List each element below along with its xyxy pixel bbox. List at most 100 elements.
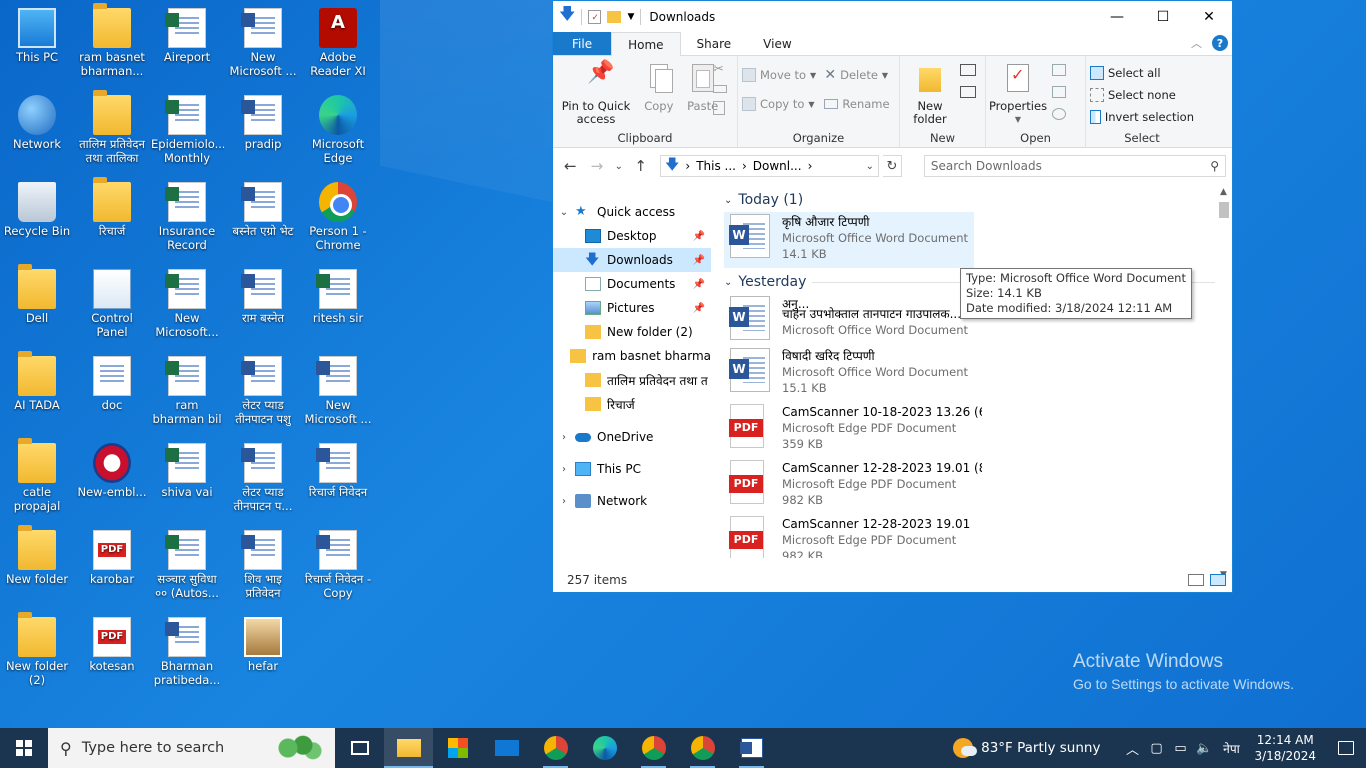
collapse-chevron-icon[interactable]: ⌄ xyxy=(553,207,575,218)
desktop-icon[interactable]: New folder (2) xyxy=(0,611,74,687)
large-icons-view-icon[interactable] xyxy=(1210,574,1226,586)
desktop-icon[interactable]: AI TADA xyxy=(0,350,74,412)
list-item[interactable]: CamScanner 12-28-2023 19.01 (8) Microsof… xyxy=(724,458,982,514)
desktop-icon[interactable]: New Microsoft ... xyxy=(226,2,300,78)
network-status-icon[interactable]: ▭ xyxy=(1168,741,1192,756)
details-view-icon[interactable] xyxy=(1188,574,1204,586)
desktop-icon[interactable]: New Microsoft ... xyxy=(301,350,375,426)
language-indicator[interactable]: नेपा xyxy=(1216,740,1246,757)
nav-network[interactable]: › Network xyxy=(553,489,711,513)
start-button[interactable] xyxy=(0,728,48,768)
tab-view[interactable]: View xyxy=(747,32,807,55)
delete-button[interactable]: ✕ Delete ▼ xyxy=(824,64,895,86)
chrome-b-taskbar-button[interactable] xyxy=(629,728,678,768)
meet-now-icon[interactable]: ▢ xyxy=(1144,741,1168,756)
invert-selection-button[interactable]: Invert selection xyxy=(1090,106,1194,128)
desktop-icon[interactable]: Epidemiolo... Monthly Re... xyxy=(150,89,224,167)
desktop-icon[interactable]: hefar xyxy=(226,611,300,673)
clock[interactable]: 12:14 AM 3/18/2024 xyxy=(1254,732,1316,764)
nav-item[interactable]: 🡇 Downloads 📌 xyxy=(553,248,711,272)
nav-quick-access[interactable]: ⌄ ★ Quick access xyxy=(553,200,711,224)
new-folder-button[interactable]: New folder xyxy=(908,60,952,126)
pin-icon[interactable]: 📌 xyxy=(693,231,705,242)
open-icon[interactable] xyxy=(1052,64,1066,76)
nav-item[interactable]: ram basnet bharma xyxy=(553,344,711,368)
list-item[interactable]: विषादी खरिद टिप्पणी Microsoft Office Wor… xyxy=(724,346,974,402)
expand-chevron-icon[interactable]: › xyxy=(553,496,575,507)
vertical-scrollbar[interactable]: ▲ ▼ xyxy=(1215,184,1232,584)
desktop-icon[interactable]: लेटर प्याड तीनपाटन पशु xyxy=(226,350,300,426)
desktop-icon[interactable]: बस्नेत एग्रो भेट xyxy=(226,176,300,238)
task-view-button[interactable] xyxy=(335,728,384,768)
minimize-button[interactable]: — xyxy=(1094,1,1140,32)
volume-icon[interactable]: 🔈 xyxy=(1192,741,1216,756)
desktop-icon[interactable]: तालिम प्रतिवेदन तथा तालिका xyxy=(75,89,149,165)
desktop-icon[interactable]: Bharman pratibeda... xyxy=(150,611,224,687)
forward-button[interactable]: → xyxy=(586,157,609,175)
list-item[interactable]: कृषि औजार टिप्पणी Microsoft Office Word … xyxy=(724,212,974,268)
desktop-icon[interactable]: New folder xyxy=(0,524,74,586)
desktop-icon[interactable]: doc xyxy=(75,350,149,412)
desktop-icon[interactable]: सञ्चार सुविधा ०० (Autos... xyxy=(150,524,224,600)
new-folder-qat-icon[interactable] xyxy=(607,10,622,23)
taskbar-search-input[interactable]: ⚲ Type here to search xyxy=(48,728,335,768)
breadcrumb-downloads[interactable]: Downl... xyxy=(753,159,802,173)
desktop-icon[interactable]: शिव भाइ प्रतिवेदन xyxy=(226,524,300,600)
pin-icon[interactable]: 📌 xyxy=(693,303,705,314)
breadcrumb-this-pc[interactable]: This ... xyxy=(696,159,736,173)
desktop-icon[interactable]: New-embl... xyxy=(75,437,149,499)
list-item[interactable]: CamScanner 10-18-2023 13.26 (6) Microsof… xyxy=(724,402,982,458)
store-taskbar-button[interactable] xyxy=(433,728,482,768)
cut-icon[interactable]: ✂ xyxy=(713,62,727,77)
desktop-icon[interactable]: kotesan xyxy=(75,611,149,673)
desktop-icon[interactable]: राम बस्नेत xyxy=(226,263,300,325)
copy-button[interactable]: Copy xyxy=(639,60,679,113)
select-all-button[interactable]: Select all xyxy=(1090,62,1194,84)
expand-chevron-icon[interactable]: › xyxy=(553,464,575,475)
copy-path-icon[interactable] xyxy=(713,85,727,93)
nav-item[interactable]: Documents 📌 xyxy=(553,272,711,296)
qat-dropdown-icon[interactable]: ▼ xyxy=(627,12,634,22)
nav-item[interactable]: Desktop 📌 xyxy=(553,224,711,248)
recent-locations-button[interactable]: ⌄ xyxy=(612,161,625,172)
new-item-icon[interactable] xyxy=(960,64,976,76)
nav-item[interactable]: New folder (2) xyxy=(553,320,711,344)
nav-item[interactable]: रिचार्ज xyxy=(553,392,711,416)
notification-center-button[interactable] xyxy=(1326,728,1366,768)
chrome-taskbar-button[interactable] xyxy=(678,728,727,768)
desktop-icon[interactable]: Person 1 - Chrome xyxy=(301,176,375,252)
properties-button[interactable]: ✓ Properties ▼ xyxy=(989,60,1047,126)
select-none-button[interactable]: Select none xyxy=(1090,84,1194,106)
tab-home[interactable]: Home xyxy=(611,32,681,56)
move-to-button[interactable]: Move to ▼ xyxy=(742,64,824,86)
list-item[interactable]: अनु... चाहन उपभोक्ताल तानपाटन गाउपालक...… xyxy=(724,294,974,346)
group-header-today[interactable]: ⌄ Today (1) xyxy=(724,188,1232,212)
desktop-icon[interactable]: shiva vai xyxy=(150,437,224,499)
copy-to-button[interactable]: Copy to ▼ xyxy=(742,93,824,115)
pin-quick-access-button[interactable]: 📌 Pin to Quick access xyxy=(557,60,635,126)
desktop-icon[interactable]: Network xyxy=(0,89,74,151)
desktop-icon[interactable]: ram bharman bil xyxy=(150,350,224,426)
address-dropdown-icon[interactable]: ⌄ xyxy=(866,161,874,172)
collapse-ribbon-icon[interactable]: ︿ xyxy=(1191,35,1202,51)
pin-icon[interactable]: 📌 xyxy=(693,279,705,290)
desktop-icon[interactable]: ram basnet bharman... xyxy=(75,2,149,78)
edit-icon[interactable] xyxy=(1052,86,1066,98)
desktop-icon[interactable]: Insurance Record xyxy=(150,176,224,252)
history-icon[interactable] xyxy=(1052,108,1066,120)
show-hidden-icons-chevron-icon[interactable]: ︿ xyxy=(1120,739,1144,758)
up-button[interactable]: ↑ xyxy=(629,157,652,175)
word-taskbar-button[interactable] xyxy=(727,728,776,768)
back-button[interactable]: ← xyxy=(559,157,582,175)
nav-item[interactable]: तालिम प्रतिवेदन तथा त xyxy=(553,368,711,392)
scroll-thumb[interactable] xyxy=(1219,202,1229,218)
refresh-button[interactable]: ↻ xyxy=(883,155,902,177)
weather-widget[interactable]: 83°F Partly sunny xyxy=(953,738,1100,758)
close-button[interactable]: ✕ xyxy=(1186,1,1232,32)
pin-icon[interactable]: 📌 xyxy=(693,255,705,266)
desktop-icon[interactable]: रिचार्ज निवेदन - Copy xyxy=(301,524,375,600)
easy-access-icon[interactable] xyxy=(960,86,976,98)
properties-qat-icon[interactable]: ✓ xyxy=(588,9,602,24)
help-icon[interactable]: ? xyxy=(1212,35,1228,51)
chrome-profile-taskbar-button[interactable] xyxy=(531,728,580,768)
